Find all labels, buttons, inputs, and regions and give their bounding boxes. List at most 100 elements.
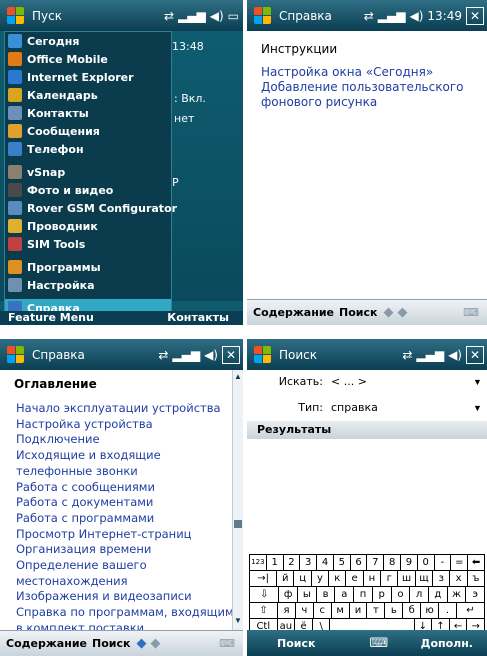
start-menu-item[interactable]: Контакты xyxy=(5,104,171,122)
keyboard-key[interactable]: ⬅ xyxy=(468,555,484,570)
keyboard-key[interactable]: . xyxy=(439,603,457,618)
contents-link[interactable]: Организация времени xyxy=(16,542,228,558)
keyboard-key[interactable]: э xyxy=(466,587,484,602)
start-menu-item[interactable]: vSnap xyxy=(5,163,171,181)
link-line[interactable]: фонового рисунка xyxy=(261,95,463,110)
keyboard-key[interactable]: т xyxy=(367,603,386,618)
search-button[interactable]: Поиск xyxy=(92,637,130,650)
keyboard-key[interactable]: →| xyxy=(250,571,278,586)
keyboard-key[interactable]: с xyxy=(314,603,332,618)
scroll-thumb[interactable] xyxy=(234,520,242,528)
contents-link[interactable]: местонахождения xyxy=(16,574,228,590)
keyboard-key[interactable]: л xyxy=(410,587,429,602)
contents-link[interactable]: Работа с документами xyxy=(16,495,228,511)
start-windows-icon[interactable] xyxy=(6,6,26,26)
connectivity-icon[interactable]: ⇄ xyxy=(402,348,412,362)
keyboard-key[interactable]: 9 xyxy=(401,555,418,570)
connectivity-icon[interactable]: ⇄ xyxy=(158,348,168,362)
keyboard-key[interactable]: 8 xyxy=(384,555,402,570)
keyboard-key[interactable]: о xyxy=(392,587,411,602)
contents-link[interactable]: Определение вашего xyxy=(16,558,228,574)
volume-icon[interactable]: ◀︎) xyxy=(409,9,423,23)
keyboard-key[interactable]: б xyxy=(403,603,422,618)
keyboard-key[interactable]: п xyxy=(354,587,373,602)
connectivity-icon[interactable]: ⇄ xyxy=(164,9,174,23)
keyboard-key[interactable]: 4 xyxy=(317,555,334,570)
keyboard-key[interactable]: 2 xyxy=(284,555,301,570)
keyboard-key[interactable]: ж xyxy=(448,587,467,602)
start-menu-item[interactable]: Rover GSM Configurator xyxy=(5,199,177,217)
link-today-settings[interactable]: Настройка окна «Сегодня» xyxy=(261,65,433,80)
keyboard-key[interactable]: д xyxy=(429,587,448,602)
keyboard-key[interactable]: - xyxy=(435,555,452,570)
clock[interactable]: 13:49 xyxy=(427,9,462,23)
volume-icon[interactable]: ◀︎) xyxy=(204,348,218,362)
keyboard-icon[interactable]: ⌨ xyxy=(463,306,479,319)
forward-arrow-icon[interactable]: ◆ xyxy=(150,636,160,651)
back-arrow-icon[interactable]: ◆ xyxy=(136,636,146,651)
start-menu-item[interactable]: Сообщения xyxy=(5,122,171,140)
scrollbar[interactable]: ▲ ▼ xyxy=(232,370,243,630)
keyboard-icon[interactable]: ⌨ xyxy=(369,636,388,651)
search-input[interactable]: < ... > xyxy=(331,375,367,388)
keyboard-key[interactable]: з xyxy=(433,571,451,586)
close-icon[interactable]: ✕ xyxy=(466,6,484,25)
softkey-more[interactable]: Дополн. xyxy=(421,637,473,650)
signal-icon[interactable]: ▂▄▆ xyxy=(416,348,444,362)
keyboard-key[interactable]: х xyxy=(450,571,468,586)
contents-link[interactable]: телефонные звонки xyxy=(16,464,228,480)
keyboard-key[interactable]: ю xyxy=(421,603,440,618)
contents-link[interactable]: Работа с программами xyxy=(16,511,228,527)
scroll-down-icon[interactable]: ▼ xyxy=(233,616,243,628)
keyboard-key[interactable]: 1 xyxy=(267,555,284,570)
close-icon[interactable]: ✕ xyxy=(466,345,484,364)
keyboard-key[interactable]: ф xyxy=(279,587,299,602)
keyboard-key[interactable]: ↵ xyxy=(457,603,484,618)
contents-link[interactable]: Исходящие и входящие xyxy=(16,448,228,464)
keyboard-key[interactable]: а xyxy=(335,587,355,602)
signal-icon[interactable]: ▂▄▆ xyxy=(172,348,200,362)
contents-link[interactable]: Настройка устройства xyxy=(16,417,228,433)
today-network[interactable]: нет xyxy=(174,112,194,125)
keyboard-key[interactable]: ь xyxy=(385,603,404,618)
start-menu-item[interactable]: Настройка xyxy=(5,276,171,294)
keyboard-key[interactable]: 7 xyxy=(367,555,385,570)
start-menu-item[interactable]: Office Mobile xyxy=(5,50,171,68)
link-line[interactable]: Добавление пользовательского xyxy=(261,80,463,95)
signal-icon[interactable]: ▂▄▆ xyxy=(378,9,406,23)
start-windows-icon[interactable] xyxy=(6,345,26,365)
start-windows-icon[interactable] xyxy=(253,345,273,365)
battery-icon[interactable]: ▭ xyxy=(228,9,239,23)
keyboard-key[interactable]: 3 xyxy=(300,555,318,570)
window-title[interactable]: Поиск xyxy=(279,348,402,362)
keyboard-key[interactable]: 5 xyxy=(334,555,351,570)
keyboard-key[interactable]: ъ xyxy=(468,571,484,586)
keyboard-key[interactable]: г xyxy=(381,571,399,586)
signal-icon[interactable]: ▂▄▆ xyxy=(178,9,206,23)
volume-icon[interactable]: ◀︎) xyxy=(210,9,224,23)
keyboard-key[interactable]: щ xyxy=(416,571,434,586)
start-menu-item[interactable]: Сегодня xyxy=(5,32,171,50)
keyboard-key[interactable]: р xyxy=(373,587,392,602)
keyboard-key[interactable]: ц xyxy=(294,571,312,586)
keyboard-key[interactable]: е xyxy=(346,571,364,586)
keyboard-key[interactable]: я xyxy=(278,603,296,618)
contents-button[interactable]: Содержание xyxy=(6,637,87,650)
search-button[interactable]: Поиск xyxy=(339,306,377,319)
keyboard-icon[interactable]: ⌨ xyxy=(219,637,235,650)
contents-link[interactable]: Начало эксплуатации устройства xyxy=(16,401,228,417)
scroll-up-icon[interactable]: ▲ xyxy=(233,372,243,384)
today-bluetooth-status[interactable]: : Вкл. xyxy=(174,92,206,105)
keyboard-key[interactable]: и xyxy=(350,603,368,618)
volume-icon[interactable]: ◀︎) xyxy=(448,348,462,362)
keyboard-key[interactable]: в xyxy=(317,587,336,602)
keyboard-key[interactable]: ы xyxy=(298,587,317,602)
start-menu-item[interactable]: Программы xyxy=(5,258,171,276)
softkey-left[interactable]: Feature Menu xyxy=(8,311,94,324)
window-title[interactable]: Справка xyxy=(279,9,364,23)
window-title[interactable]: Справка xyxy=(32,348,158,362)
keyboard-key[interactable]: ш xyxy=(398,571,416,586)
start-menu-item[interactable]: Фото и видео xyxy=(5,181,171,199)
start-windows-icon[interactable] xyxy=(253,6,273,26)
start-menu-item[interactable]: Internet Explorer xyxy=(5,68,171,86)
